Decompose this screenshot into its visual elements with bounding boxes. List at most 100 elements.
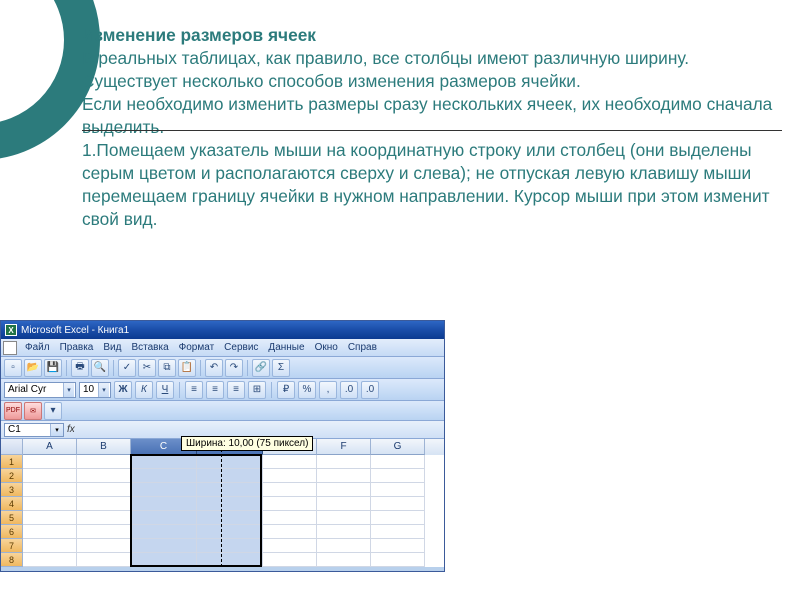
menu-window[interactable]: Окно xyxy=(311,341,342,354)
row-header-4[interactable]: 4 xyxy=(1,497,23,511)
cell[interactable] xyxy=(77,483,131,497)
sum-icon[interactable]: Σ xyxy=(272,359,290,377)
save-icon[interactable]: 💾 xyxy=(44,359,62,377)
menu-insert[interactable]: Вставка xyxy=(127,341,172,354)
align-left-icon[interactable]: ≡ xyxy=(185,381,203,399)
fontsize-combo[interactable]: 10 xyxy=(79,382,111,398)
bold-icon[interactable]: Ж xyxy=(114,381,132,399)
menu-edit[interactable]: Правка xyxy=(56,341,98,354)
cell[interactable] xyxy=(371,483,425,497)
cell[interactable] xyxy=(371,525,425,539)
cell[interactable] xyxy=(23,511,77,525)
link-icon[interactable]: 🔗 xyxy=(252,359,270,377)
cell[interactable] xyxy=(197,497,263,511)
copy-icon[interactable]: ⧉ xyxy=(158,359,176,377)
cell[interactable] xyxy=(263,497,317,511)
cell[interactable] xyxy=(197,539,263,553)
cell[interactable] xyxy=(77,469,131,483)
decimal-dec-icon[interactable]: .0 xyxy=(361,381,379,399)
excel-menubar[interactable]: Файл Правка Вид Вставка Формат Сервис Да… xyxy=(1,339,444,357)
cut-icon[interactable]: ✂ xyxy=(138,359,156,377)
cell[interactable] xyxy=(23,525,77,539)
row-header-1[interactable]: 1 xyxy=(1,455,23,469)
cell[interactable] xyxy=(317,525,371,539)
preview-icon[interactable]: 🔍 xyxy=(91,359,109,377)
excel-grid[interactable]: ABCDEFG 12345678 xyxy=(1,439,444,567)
row-header-6[interactable]: 6 xyxy=(1,525,23,539)
cell[interactable] xyxy=(317,511,371,525)
currency-icon[interactable]: ₽ xyxy=(277,381,295,399)
cell[interactable] xyxy=(23,455,77,469)
row-header-3[interactable]: 3 xyxy=(1,483,23,497)
cell[interactable] xyxy=(23,497,77,511)
cell[interactable] xyxy=(197,525,263,539)
cell[interactable] xyxy=(263,483,317,497)
cell[interactable] xyxy=(197,511,263,525)
undo-icon[interactable]: ↶ xyxy=(205,359,223,377)
cell[interactable] xyxy=(197,469,263,483)
menu-tools[interactable]: Сервис xyxy=(220,341,262,354)
excel-format-toolbar[interactable]: Arial Cyr 10 Ж К Ч ≡ ≡ ≡ ⊞ ₽ % , .0 .0 xyxy=(1,379,444,401)
fx-icon[interactable]: fx xyxy=(67,424,75,435)
underline-icon[interactable]: Ч xyxy=(156,381,174,399)
cell[interactable] xyxy=(263,553,317,567)
col-header-B[interactable]: B xyxy=(77,439,131,455)
excel-standard-toolbar[interactable]: ▫ 📂 💾 🖶 🔍 ✓ ✂ ⧉ 📋 ↶ ↷ 🔗 Σ xyxy=(1,357,444,379)
cell[interactable] xyxy=(371,511,425,525)
cell[interactable] xyxy=(23,469,77,483)
cell[interactable] xyxy=(131,469,197,483)
col-header-F[interactable]: F xyxy=(317,439,371,455)
col-header-A[interactable]: A xyxy=(23,439,77,455)
open-icon[interactable]: 📂 xyxy=(24,359,42,377)
decimal-inc-icon[interactable]: .0 xyxy=(340,381,358,399)
spellcheck-icon[interactable]: ✓ xyxy=(118,359,136,377)
menu-format[interactable]: Формат xyxy=(175,341,219,354)
cell[interactable] xyxy=(317,497,371,511)
pdf-icon[interactable]: PDF xyxy=(4,402,22,420)
cell[interactable] xyxy=(263,455,317,469)
align-center-icon[interactable]: ≡ xyxy=(206,381,224,399)
menu-help[interactable]: Справ xyxy=(344,341,381,354)
cell[interactable] xyxy=(317,455,371,469)
cell[interactable] xyxy=(197,483,263,497)
cell[interactable] xyxy=(131,539,197,553)
cell[interactable] xyxy=(371,553,425,567)
italic-icon[interactable]: К xyxy=(135,381,153,399)
name-box[interactable]: C1 xyxy=(4,423,64,437)
cell[interactable] xyxy=(77,497,131,511)
print-icon[interactable]: 🖶 xyxy=(71,359,89,377)
cell[interactable] xyxy=(131,525,197,539)
cell[interactable] xyxy=(197,455,263,469)
pdf-mail-icon[interactable]: ✉ xyxy=(24,402,42,420)
cell[interactable] xyxy=(23,483,77,497)
dropdown-icon[interactable]: ▾ xyxy=(44,402,62,420)
cell[interactable] xyxy=(263,469,317,483)
cell[interactable] xyxy=(371,469,425,483)
cell[interactable] xyxy=(317,539,371,553)
percent-icon[interactable]: % xyxy=(298,381,316,399)
new-icon[interactable]: ▫ xyxy=(4,359,22,377)
cell[interactable] xyxy=(317,469,371,483)
align-right-icon[interactable]: ≡ xyxy=(227,381,245,399)
select-all-corner[interactable] xyxy=(1,439,23,455)
col-header-G[interactable]: G xyxy=(371,439,425,455)
cell[interactable] xyxy=(131,455,197,469)
cell[interactable] xyxy=(131,511,197,525)
cell[interactable] xyxy=(263,539,317,553)
cell[interactable] xyxy=(263,525,317,539)
row-header-7[interactable]: 7 xyxy=(1,539,23,553)
cell[interactable] xyxy=(77,511,131,525)
comma-icon[interactable]: , xyxy=(319,381,337,399)
cell[interactable] xyxy=(131,483,197,497)
merge-icon[interactable]: ⊞ xyxy=(248,381,266,399)
excel-pdf-toolbar[interactable]: PDF ✉ ▾ xyxy=(1,401,444,421)
cell[interactable] xyxy=(263,511,317,525)
cell[interactable] xyxy=(77,539,131,553)
cell[interactable] xyxy=(77,525,131,539)
cell[interactable] xyxy=(317,553,371,567)
row-header-8[interactable]: 8 xyxy=(1,553,23,567)
cell[interactable] xyxy=(197,553,263,567)
cell[interactable] xyxy=(131,497,197,511)
cell[interactable] xyxy=(131,553,197,567)
menu-view[interactable]: Вид xyxy=(99,341,125,354)
